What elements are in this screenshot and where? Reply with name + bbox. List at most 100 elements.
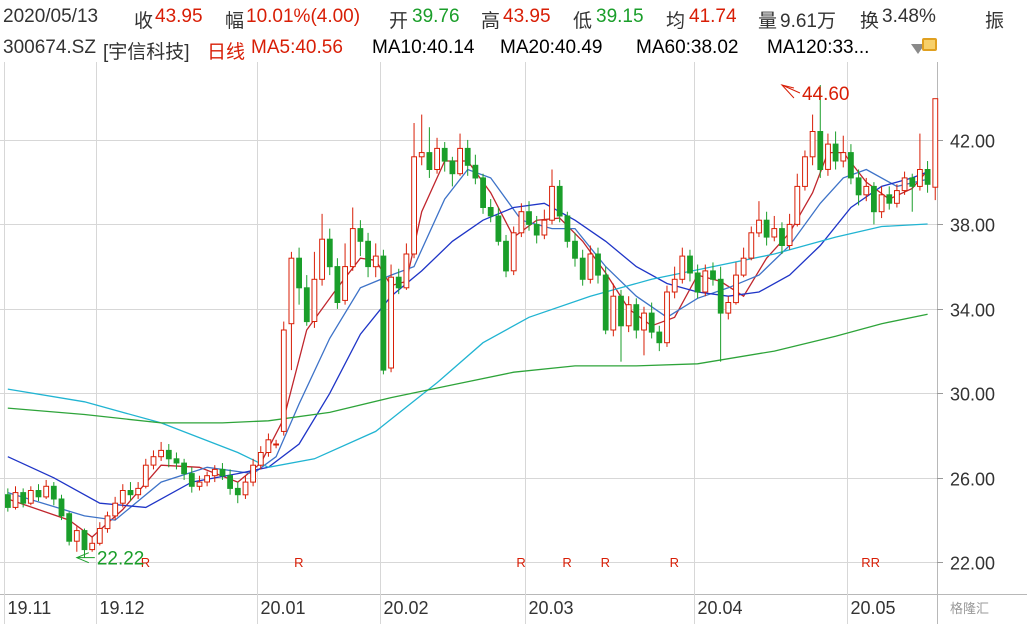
y-tick-label: 30.00: [950, 385, 995, 405]
candle-body: [73, 530, 80, 542]
avg-label: 均: [666, 11, 686, 32]
annotation-arrow: [780, 84, 795, 99]
candle-body: [786, 223, 793, 246]
change-value: 10.01%(4.00): [246, 6, 361, 27]
candle-body: [495, 215, 502, 242]
candle-body: [349, 228, 356, 268]
candle-body: [878, 194, 885, 213]
candle-body: [441, 147, 448, 162]
candle-body: [503, 240, 509, 272]
candle-body: [717, 278, 724, 314]
candle-body: [50, 485, 57, 500]
candle-body: [89, 542, 96, 551]
volume-label: 量: [758, 11, 778, 32]
r-marker: RR: [861, 555, 880, 570]
annotation-leader: [781, 84, 801, 94]
close-label: 收: [134, 11, 154, 32]
lock-icon[interactable]: [922, 38, 937, 51]
candle-body: [572, 240, 578, 259]
candle-body: [733, 274, 739, 304]
stock-code: 300674.SZ: [3, 37, 96, 58]
candle-body: [840, 152, 847, 162]
candle-body: [296, 257, 303, 289]
candle-body: [326, 238, 333, 268]
candle-body: [219, 468, 226, 477]
period-selector[interactable]: 日线: [207, 37, 245, 64]
candle-body: [794, 185, 801, 225]
candle-body: [648, 312, 655, 333]
candle-body: [679, 255, 686, 280]
candle-body: [173, 458, 180, 464]
candle-body: [434, 147, 441, 171]
x-tick-label: 19.11: [8, 598, 52, 618]
candle-body: [280, 329, 287, 432]
candle-body: [426, 152, 433, 170]
candle-body: [81, 530, 88, 551]
candle-body: [549, 185, 555, 221]
candle-body: [196, 481, 203, 487]
candle-body: [825, 143, 831, 170]
y-tick-label: 34.00: [950, 301, 995, 321]
turnover-value: 3.48%: [882, 6, 936, 27]
y-tick-label: 42.00: [950, 132, 995, 152]
candle-body: [227, 475, 233, 489]
annotation-label: 22.22: [97, 549, 145, 570]
candle-body: [579, 257, 586, 280]
change-label: 幅: [225, 11, 245, 32]
candle-body: [871, 185, 877, 213]
candle-body: [342, 266, 349, 301]
candle-body: [43, 485, 50, 498]
candlestick-chart[interactable]: 22.00 26.00 30.00 34.00 38.00 42.00 19.11 19.12…: [0, 62, 1027, 624]
ma-line-ma60: [7, 223, 928, 468]
candle-body: [181, 462, 187, 475]
candle-body: [403, 253, 410, 289]
candle-body: [211, 468, 218, 477]
legend-ma60: MA60:38.02: [636, 37, 739, 58]
high-value: 43.95: [503, 6, 551, 27]
close-value: 43.95: [155, 6, 203, 27]
candle-body: [127, 490, 134, 496]
candle-body: [142, 464, 149, 487]
candle-body: [533, 223, 540, 236]
candle-body: [135, 487, 142, 496]
candle-body: [372, 255, 379, 268]
candle-body: [771, 228, 778, 238]
candle-body: [756, 219, 762, 234]
candle-body: [763, 219, 770, 238]
y-tick-label: 38.00: [950, 216, 995, 236]
candle-body: [687, 255, 693, 274]
candle-body: [802, 156, 808, 187]
candle-body: [357, 228, 364, 242]
candle-body: [457, 147, 464, 175]
candle-body: [901, 177, 908, 192]
quote-bar: 2020/05/13 收 43.95 幅 10.01%(4.00) 开 39.7…: [0, 0, 1027, 34]
candle-body: [932, 98, 939, 188]
candle-body: [664, 291, 670, 344]
candle-body: [150, 456, 157, 466]
candle-body: [5, 494, 11, 508]
x-tick-label: 20.05: [851, 598, 896, 618]
stock-name: [宇信科技]: [103, 42, 190, 63]
candle-body: [104, 515, 111, 530]
candle-body: [480, 177, 487, 209]
candle-body: [242, 481, 249, 496]
candle-body: [158, 449, 164, 458]
candle-body: [334, 266, 341, 304]
high-label: 高: [481, 11, 501, 32]
candle-body: [518, 211, 525, 234]
candle-body: [380, 255, 387, 371]
candle-body: [886, 194, 893, 204]
candle-body: [510, 232, 517, 272]
x-tick-label: 20.02: [384, 598, 429, 618]
candle-body: [702, 270, 709, 293]
candle-body: [909, 177, 916, 187]
watermark-logo: 格隆汇: [950, 601, 990, 616]
ma-line-ma120: [7, 313, 928, 424]
candle-body: [855, 177, 862, 196]
candle-body: [610, 295, 617, 331]
candle-body: [541, 219, 548, 236]
candle-body: [418, 152, 425, 158]
candle-body: [411, 156, 418, 255]
low-label: 低: [573, 11, 593, 32]
candle-body: [587, 253, 594, 280]
